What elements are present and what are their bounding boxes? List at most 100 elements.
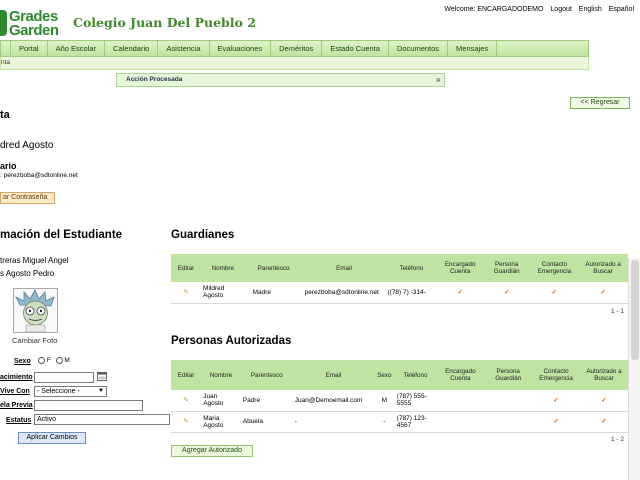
- col-encargado: Encargado Cuenta: [436, 360, 485, 390]
- escuela-previa-input[interactable]: [34, 400, 143, 411]
- table-row: ✎ Juan Agosto Padre Juan@Demoemail.com M…: [171, 390, 628, 412]
- guardians-header-row: Editar Nombre Parentesco Email Teléfono …: [171, 254, 628, 282]
- nav-calendario[interactable]: Calendario: [105, 41, 159, 56]
- sub-nav-item[interactable]: nta: [1, 59, 10, 66]
- col-telefono: Teléfono: [394, 360, 437, 390]
- student-avatar-icon: [14, 289, 57, 333]
- account-name: dred Agosto: [0, 140, 54, 151]
- guardian-nombre: Mildred Agosto: [201, 282, 245, 304]
- student-name-line2: s Agosto Pedro: [0, 269, 55, 278]
- check-icon: ✓: [580, 411, 628, 433]
- col-autorizado: Autorizado a Buscar: [578, 254, 628, 282]
- estatus-label: Estatus: [6, 417, 32, 424]
- sexo-label: Sexo: [14, 358, 31, 365]
- check-icon: ✓: [530, 282, 579, 304]
- scrollbar-thumb[interactable]: [631, 260, 639, 360]
- check-icon: ✓: [532, 390, 581, 412]
- guardian-telefono: ((78) 7) -314-: [385, 282, 438, 304]
- guardian-parentesco: Madre: [244, 282, 303, 304]
- nacimiento-label: acimiento: [0, 374, 33, 381]
- empty-cell: [436, 390, 485, 412]
- nav-spacer: [1, 41, 11, 56]
- change-photo-link[interactable]: Cambiar Foto: [12, 336, 57, 345]
- guardians-table: Editar Nombre Parentesco Email Teléfono …: [171, 254, 628, 304]
- estatus-input[interactable]: Activo: [34, 414, 170, 425]
- col-parentesco: Parentesco: [244, 254, 303, 282]
- col-sexo: Sexo: [373, 360, 395, 390]
- sexo-m-radio[interactable]: [55, 357, 63, 364]
- col-editar: Editar: [171, 360, 202, 390]
- authorized-pager: 1 - 2: [611, 436, 625, 443]
- col-editar: Editar: [171, 254, 202, 282]
- apply-changes-button[interactable]: Aplicar Cambios: [18, 432, 86, 444]
- col-guardian: Persona Guardián: [482, 254, 531, 282]
- main-nav: Portal Año Escolar Calendario Asistencia…: [0, 40, 589, 57]
- authorized-telefono: (787) 123-4567: [394, 411, 437, 433]
- col-nombre: Nombre: [201, 360, 241, 390]
- nav-portal[interactable]: Portal: [11, 41, 48, 56]
- empty-cell: [436, 411, 485, 433]
- col-autorizado: Autorizado a Buscar: [580, 360, 628, 390]
- school-name: Colegio Juan Del Pueblo 2: [73, 15, 256, 30]
- avatar: [13, 288, 58, 333]
- check-icon: ✓: [578, 282, 628, 304]
- check-icon: ✓: [532, 411, 581, 433]
- sexo-f-radio[interactable]: [38, 357, 45, 364]
- authorized-sexo: M: [373, 390, 395, 412]
- add-authorized-button[interactable]: Agregar Autorizado: [171, 445, 253, 457]
- app-logo[interactable]: Grades Garden: [0, 8, 64, 38]
- estatus-value: Activo: [37, 416, 57, 423]
- nav-asistencia[interactable]: Asistencia: [158, 41, 210, 56]
- edit-icon[interactable]: ✎: [171, 411, 202, 433]
- back-button[interactable]: << Regresar: [570, 97, 630, 109]
- nav-mensajes[interactable]: Mensajes: [448, 41, 498, 56]
- check-icon: ✓: [437, 282, 483, 304]
- sexo-f-label: F: [46, 357, 51, 365]
- lang-spanish-link[interactable]: Español: [609, 6, 634, 13]
- sexo-m-label: M: [64, 357, 70, 365]
- account-email: : perezboba@sdtonline.net: [0, 172, 78, 179]
- email-prefix: :: [0, 172, 2, 179]
- nav-evaluaciones[interactable]: Evaluaciones: [210, 41, 272, 56]
- edit-icon[interactable]: ✎: [171, 390, 202, 412]
- authorized-parentesco: Padre: [240, 390, 293, 412]
- change-password-button[interactable]: ar Contraseña: [0, 192, 55, 204]
- top-user-bar: Welcome: ENCARGADODEMO Logout English Es…: [439, 6, 634, 13]
- vive-con-select[interactable]: - Seleccione - ▼: [34, 386, 107, 397]
- alert-message: Acción Procesada ×: [116, 73, 445, 87]
- logo-mark: [0, 10, 7, 36]
- nav-estado-cuenta[interactable]: Estado Cuenta: [322, 41, 389, 56]
- student-name-line1: treras Miguel Angel: [0, 256, 69, 265]
- account-title: ta: [0, 109, 10, 121]
- close-icon[interactable]: ×: [436, 74, 441, 86]
- empty-cell: [484, 390, 533, 412]
- logo-text-line2: Garden: [9, 22, 59, 39]
- chevron-down-icon: ▼: [98, 388, 104, 394]
- vive-con-label: Vive Con: [0, 388, 30, 395]
- nav-documentos[interactable]: Documentos: [389, 41, 449, 56]
- col-email: Email: [302, 254, 386, 282]
- guardian-email: perezboba@sdtonline.net: [302, 282, 386, 304]
- birthdate-input[interactable]: [34, 372, 94, 383]
- nav-demeritos[interactable]: Deméritos: [271, 41, 323, 56]
- empty-cell: [484, 411, 533, 433]
- col-encargado: Encargado Cuenta: [437, 254, 483, 282]
- alert-text: Acción Procesada: [126, 76, 183, 83]
- table-row: ✎ Mildred Agosto Madre perezboba@sdtonli…: [171, 282, 628, 304]
- nav-ano-escolar[interactable]: Año Escolar: [48, 41, 106, 56]
- lang-english-link[interactable]: English: [579, 6, 602, 13]
- logout-link[interactable]: Logout: [550, 6, 571, 13]
- sub-nav: nta: [0, 57, 589, 70]
- calendar-icon[interactable]: [97, 371, 107, 383]
- col-email: Email: [292, 360, 374, 390]
- authorized-nombre: Maria Agosto: [201, 411, 241, 433]
- escuela-previa-label: ela Previa: [0, 402, 33, 409]
- check-icon: ✓: [482, 282, 531, 304]
- welcome-text: Welcome: ENCARGADODEMO: [444, 6, 544, 13]
- guardians-title: Guardianes: [171, 229, 235, 241]
- col-parentesco: Parentesco: [240, 360, 293, 390]
- scrollbar[interactable]: [628, 258, 640, 480]
- authorized-email: -: [292, 411, 374, 433]
- usuario-label: ario: [0, 161, 17, 171]
- edit-icon[interactable]: ✎: [171, 282, 202, 304]
